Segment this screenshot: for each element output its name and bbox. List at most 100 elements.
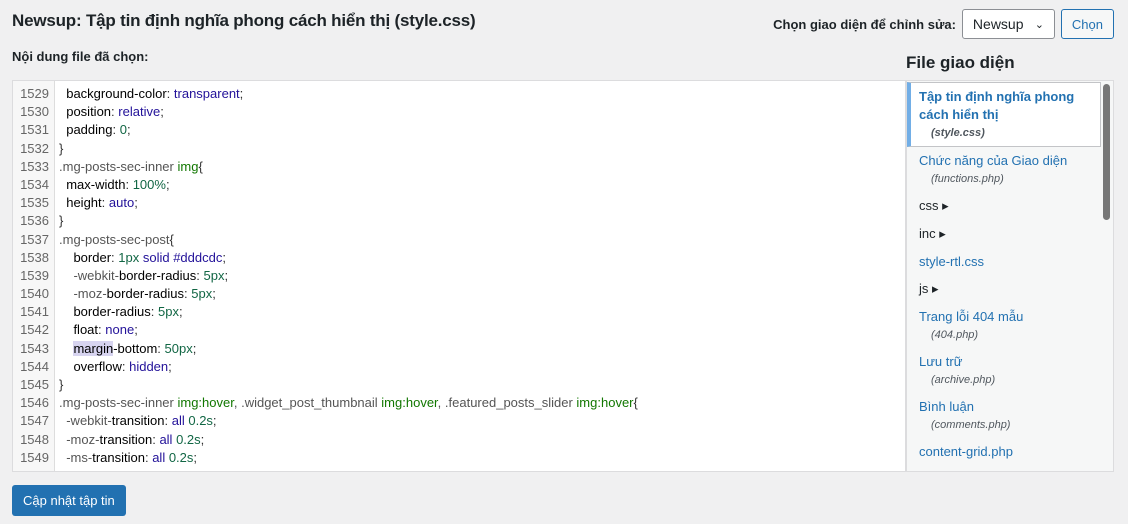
folder-item[interactable]: css ▸ [907,192,1113,220]
code-token: position [59,104,112,120]
code-token: float [59,322,99,338]
code-line[interactable]: 1539 -webkit-border-radius: 5px; [13,267,905,285]
theme-picker: Chọn giao diện để chỉnh sửa: Newsup ⌄ Chọ… [773,9,1114,39]
code-text: -ms-transition: all 0.2s; [55,449,197,467]
code-token: ; [126,122,131,138]
code-line[interactable]: 1548 -moz-transition: all 0.2s; [13,431,905,449]
code-token: -bottom [113,340,158,356]
code-line[interactable]: 1543 margin-bottom: 50px; [13,340,905,358]
line-number: 1546 [20,395,49,411]
code-editor[interactable]: 1529 background-color: transparent; 1530 … [12,80,906,472]
file-name: (functions.php) [931,173,1004,185]
code-text: } [55,140,63,158]
code-token: : [150,304,158,320]
chevron-down-icon: ⌄ [1034,18,1044,31]
line-number: 1537 [20,231,49,247]
code-line[interactable]: 1546 .mg-posts-sec-inner img:hover, .widg… [13,394,905,412]
file-label: Tập tin định nghĩa phong cách hiển thị [919,89,1075,122]
code-token: -webkit- [59,267,119,283]
file-label: Chức năng của Giao diện [919,153,1068,168]
line-number: 1536 [20,213,49,229]
sidebar-scrollbar[interactable] [1103,84,1110,220]
code-token: : [112,122,120,138]
folder-item[interactable]: inc ▸ [907,220,1113,248]
code-text: -webkit-border-radius: 5px; [55,267,228,285]
file-label: content.php [919,471,987,472]
code-token: all [171,413,185,429]
code-line[interactable]: 1540 -moz-border-radius: 5px; [13,285,905,303]
code-text: } [55,376,63,394]
code-token: ; [134,322,138,338]
code-text: background-color: transparent; [55,85,243,103]
code-line[interactable]: 1529 background-color: transparent; [13,85,905,103]
code-token: solid #dddcdc [139,249,223,265]
code-token: -webkit- [59,413,112,429]
code-token: : [125,176,133,192]
theme-picker-label: Chọn giao diện để chỉnh sửa: [773,16,956,32]
file-item[interactable]: Chức năng của Giao diện (functions.php) [907,147,1113,192]
file-item[interactable]: content-grid.php [907,438,1113,465]
code-token: ; [165,176,170,192]
theme-select[interactable]: Newsup ⌄ [961,9,1055,39]
choose-button[interactable]: Chọn [1060,9,1114,39]
file-item[interactable]: style-rtl.css [907,248,1113,275]
code-token: transparent [173,86,240,101]
code-line[interactable]: 1538 border: 1px solid #dddcdc; [13,249,905,267]
code-line[interactable]: 1541 border-radius: 5px; [13,303,905,321]
code-token: all [152,449,166,465]
code-text: -moz-border-radius: 5px; [55,285,215,303]
code-token: ; [222,249,226,265]
code-token: ; [134,195,138,211]
theme-file-list: Tập tin định nghĩa phong cách hiển thị (s… [906,80,1114,472]
code-token: , .featured_posts_slider [437,395,577,411]
file-item[interactable]: Trang lỗi 404 mẫu (404.php) [907,303,1113,348]
file-item[interactable]: Lưu trữ (archive.php) [907,348,1113,393]
code-lines[interactable]: 1529 background-color: transparent; 1530 … [13,85,905,467]
code-line[interactable]: 1544 overflow: hidden; [13,358,905,376]
code-line[interactable]: 1531 padding: 0; [13,121,905,139]
code-token: .mg-posts-sec-inner [59,395,178,411]
line-number: 1538 [20,249,49,265]
code-token: img [177,158,199,174]
update-file-button[interactable]: Cập nhật tập tin [12,485,126,516]
file-label: Trang lỗi 404 mẫu [919,309,1024,324]
line-number: 1533 [20,158,49,174]
code-token: } [59,377,64,392]
code-line[interactable]: 1547 -webkit-transition: all 0.2s; [13,412,905,430]
code-line[interactable]: 1545} [13,376,905,394]
code-token: ; [160,104,164,120]
code-line[interactable]: 1536} [13,212,905,230]
file-item[interactable]: content.php [907,465,1113,472]
code-line[interactable]: 1542 float: none; [13,321,905,339]
code-line[interactable]: 1534 max-width: 100%; [13,176,905,194]
file-label: js ▸ [919,281,939,296]
line-number: 1547 [20,413,49,429]
file-name: (comments.php) [931,419,1011,431]
code-line[interactable]: 1537 .mg-posts-sec-post{ [13,231,905,249]
code-line[interactable]: 1530 position: relative; [13,103,905,121]
code-line[interactable]: 1533 .mg-posts-sec-inner img{ [13,158,905,176]
line-number: 1534 [20,176,49,192]
code-text: padding: 0; [55,121,131,139]
folder-item[interactable]: js ▸ [907,275,1113,303]
code-token: 0.2s [172,431,201,447]
file-item[interactable]: Tập tin định nghĩa phong cách hiển thị (s… [907,82,1101,147]
code-token: auto [108,195,135,211]
code-token: ; [239,86,244,101]
code-text: -webkit-transition: all 0.2s; [55,412,216,430]
theme-select-value: Newsup [972,16,1024,32]
code-line[interactable]: 1535 height: auto; [13,194,905,212]
code-token: ; [192,340,197,356]
file-item[interactable]: Bình luận (comments.php) [907,393,1113,438]
code-line[interactable]: 1549 -ms-transition: all 0.2s; [13,449,905,467]
code-text: -moz-transition: all 0.2s; [55,431,204,449]
code-token: : [101,195,109,211]
code-token: hidden [129,358,169,374]
code-token: padding [59,122,113,138]
code-text: max-width: 100%; [55,176,170,194]
code-line[interactable]: 1532} [13,140,905,158]
file-name: (archive.php) [931,374,996,386]
code-token: { [198,158,203,174]
code-token: } [59,140,64,156]
